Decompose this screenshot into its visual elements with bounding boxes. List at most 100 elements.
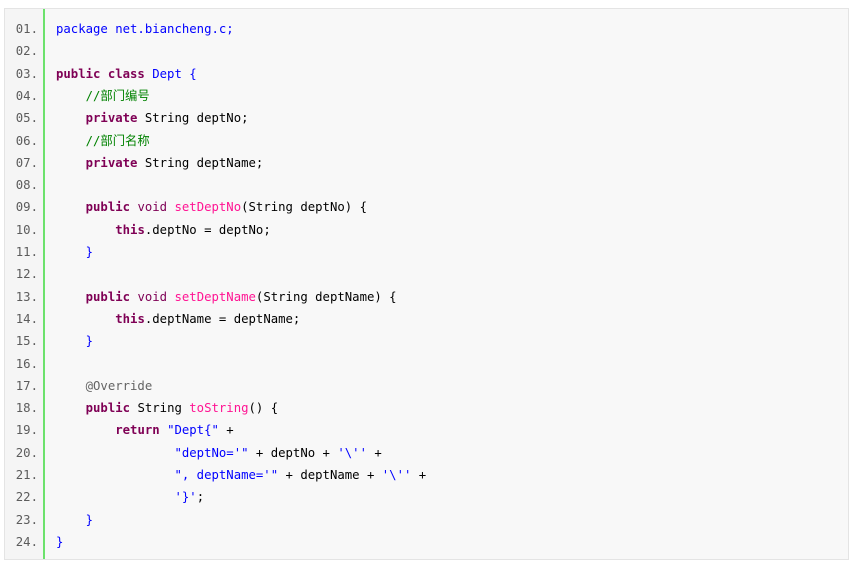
code-token: public (85, 200, 131, 215)
code-token: "deptNo='" (174, 445, 249, 460)
code-token: ", deptName='" (174, 468, 279, 482)
code-token: .deptName = deptName; (144, 311, 301, 326)
code-token: public (85, 289, 131, 304)
code-token: '}' (174, 490, 197, 505)
line-number: 13. (15, 289, 38, 304)
code-token: + (411, 468, 427, 482)
code-token: + deptNo + (248, 445, 338, 460)
line-number: 23. (15, 512, 38, 527)
line-number: 08. (15, 178, 38, 193)
code-line: 12. (5, 263, 848, 285)
code-text: this.deptName = deptName; (56, 308, 300, 330)
code-text: private String deptNo; (56, 107, 249, 129)
line-number: 01. (15, 22, 38, 36)
code-token: this (115, 222, 145, 237)
line-number: 18. (15, 401, 38, 416)
code-line: 21. ", deptName='" + deptName + '\'' + (5, 464, 848, 486)
code-line: 15. } (5, 330, 848, 352)
line-number: 24. (15, 534, 38, 549)
code-line: 05. private String deptNo; (5, 107, 848, 129)
code-token: private (85, 111, 138, 126)
code-token: private (85, 155, 138, 170)
line-number: 17. (15, 378, 38, 393)
code-text: public void setDeptName(String deptName)… (56, 286, 397, 308)
code-token: //部门编号 (85, 88, 150, 103)
code-token: setDeptNo (174, 200, 242, 215)
code-text: public String toString() { (56, 397, 279, 419)
code-line: 20. "deptNo='" + deptNo + '\'' + (5, 442, 848, 464)
code-text: package net.biancheng.c; (56, 18, 234, 40)
code-token: void (137, 200, 168, 215)
code-line: 11. } (5, 241, 848, 263)
code-token: //部门名称 (85, 133, 150, 148)
code-line: 18. public String toString() { (5, 397, 848, 419)
code-token: "Dept{" (167, 423, 219, 438)
code-token: '\'' (337, 445, 367, 460)
code-line: 24.} (5, 531, 848, 553)
code-line: 09. public void setDeptNo(String deptNo)… (5, 196, 848, 218)
line-number: 21. (15, 468, 38, 482)
code-token: + (366, 445, 382, 460)
code-text: ", deptName='" + deptName + '\'' + (56, 464, 426, 486)
code-token: public (85, 401, 131, 416)
code-token: + (218, 423, 234, 438)
code-token: String deptNo; (137, 111, 249, 126)
code-text: return "Dept{" + (56, 419, 234, 441)
code-text: //部门名称 (56, 130, 150, 152)
code-text: } (56, 531, 63, 553)
code-line: 23. } (5, 509, 848, 531)
code-text: @Override (56, 375, 153, 397)
code-line: 01. package net.biancheng.c; (5, 18, 848, 40)
code-token: .deptNo = deptNo; (144, 222, 271, 237)
line-number: 22. (15, 490, 38, 505)
code-token: return (115, 423, 160, 438)
code-token: () { (248, 401, 279, 416)
line-number: 20. (15, 445, 38, 460)
code-token: '\'' (381, 468, 412, 482)
code-token: void (137, 289, 168, 304)
code-block: 01. package net.biancheng.c; 02. 03. public … (4, 8, 849, 560)
code-line: 10. this.deptNo = deptNo; (5, 219, 848, 241)
code-line: 07. private String deptName; (5, 152, 848, 174)
code-line: 13. public void setDeptName(String deptN… (5, 286, 848, 308)
code-line: 16. (5, 353, 848, 375)
code-text: '}'; (56, 486, 204, 508)
line-number: 15. (15, 334, 38, 349)
code-token: } (56, 334, 94, 349)
code-text: private String deptName; (56, 152, 264, 174)
code-token: Dept { (144, 66, 197, 81)
code-line: 02. (5, 40, 848, 62)
line-number: 12. (15, 267, 38, 282)
code-token: public class (56, 66, 145, 81)
line-number: 16. (15, 356, 38, 371)
code-text: this.deptNo = deptNo; (56, 219, 271, 241)
line-number: 05. (15, 111, 38, 126)
code-text: "deptNo='" + deptNo + '\'' + (56, 442, 382, 464)
code-token: + deptName + (278, 468, 382, 482)
line-number: 19. (15, 423, 38, 438)
code-line: 03. public class Dept { (5, 63, 848, 85)
code-token: String (130, 401, 190, 416)
code-token: setDeptName (174, 289, 256, 304)
code-text: } (56, 241, 93, 263)
code-line: 14. this.deptName = deptName; (5, 308, 848, 330)
line-number: 10. (15, 222, 38, 237)
code-token: (String deptNo) { (241, 200, 367, 215)
code-line: 22. '}'; (5, 486, 848, 508)
code-token: @Override (56, 378, 153, 393)
line-number: 09. (15, 200, 38, 215)
code-text: public void setDeptNo(String deptNo) { (56, 196, 367, 218)
